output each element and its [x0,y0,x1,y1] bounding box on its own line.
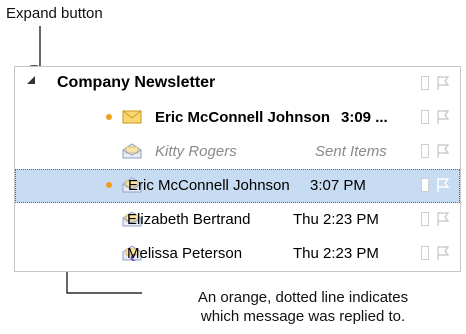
message-sender: Elizabeth Bertrand [127,211,251,228]
conversation-panel: Company Newsletter Eric McConnell Johnso… [14,66,461,272]
message-row-selected[interactable]: Eric McConnell Johnson 3:07 PM [15,169,460,203]
envelope-open-icon [122,143,142,159]
dotted-line-caption: An orange, dotted line indicates which m… [144,288,462,326]
flag-icon[interactable] [435,211,451,227]
message-row[interactable]: Eric McConnell Johnson 3:09 ... [15,101,460,135]
category-box[interactable] [421,144,429,158]
expand-button-caption: Expand button [6,5,103,22]
category-box[interactable] [421,212,429,226]
message-time: 3:07 PM [310,177,366,194]
message-time: Thu 2:23 PM [293,245,379,262]
message-row[interactable]: Melissa Peterson Thu 2:23 PM [15,237,460,271]
expand-button[interactable] [27,76,35,84]
flag-icon[interactable] [435,109,451,125]
message-time: 3:09 ... [341,109,388,126]
dotted-caption-line-2: which message was replied to. [200,308,406,325]
category-box[interactable] [421,110,429,124]
message-sender: Melissa Peterson [127,245,243,262]
conversation-header[interactable]: Company Newsletter [15,67,460,101]
message-sender: Kitty Rogers [155,143,237,160]
dotted-caption-line-1: An orange, dotted line indicates [197,289,409,306]
message-row[interactable]: Elizabeth Bertrand Thu 2:23 PM [15,203,460,237]
message-sender: Eric McConnell Johnson [128,177,290,194]
flag-icon[interactable] [435,143,451,159]
flag-icon[interactable] [435,177,451,193]
flag-icon[interactable] [435,75,451,91]
category-box[interactable] [421,246,429,260]
message-row[interactable]: Kitty Rogers Sent Items [15,135,460,169]
message-time: Thu 2:23 PM [293,211,379,228]
category-box[interactable] [421,178,429,192]
envelope-unread-icon [122,110,142,124]
message-folder: Sent Items [315,143,387,160]
reply-dot [106,114,112,120]
category-box[interactable] [421,76,429,90]
message-sender: Eric McConnell Johnson [155,109,331,126]
conversation-title: Company Newsletter [57,74,216,91]
reply-dot [106,182,112,188]
flag-icon[interactable] [435,245,451,261]
